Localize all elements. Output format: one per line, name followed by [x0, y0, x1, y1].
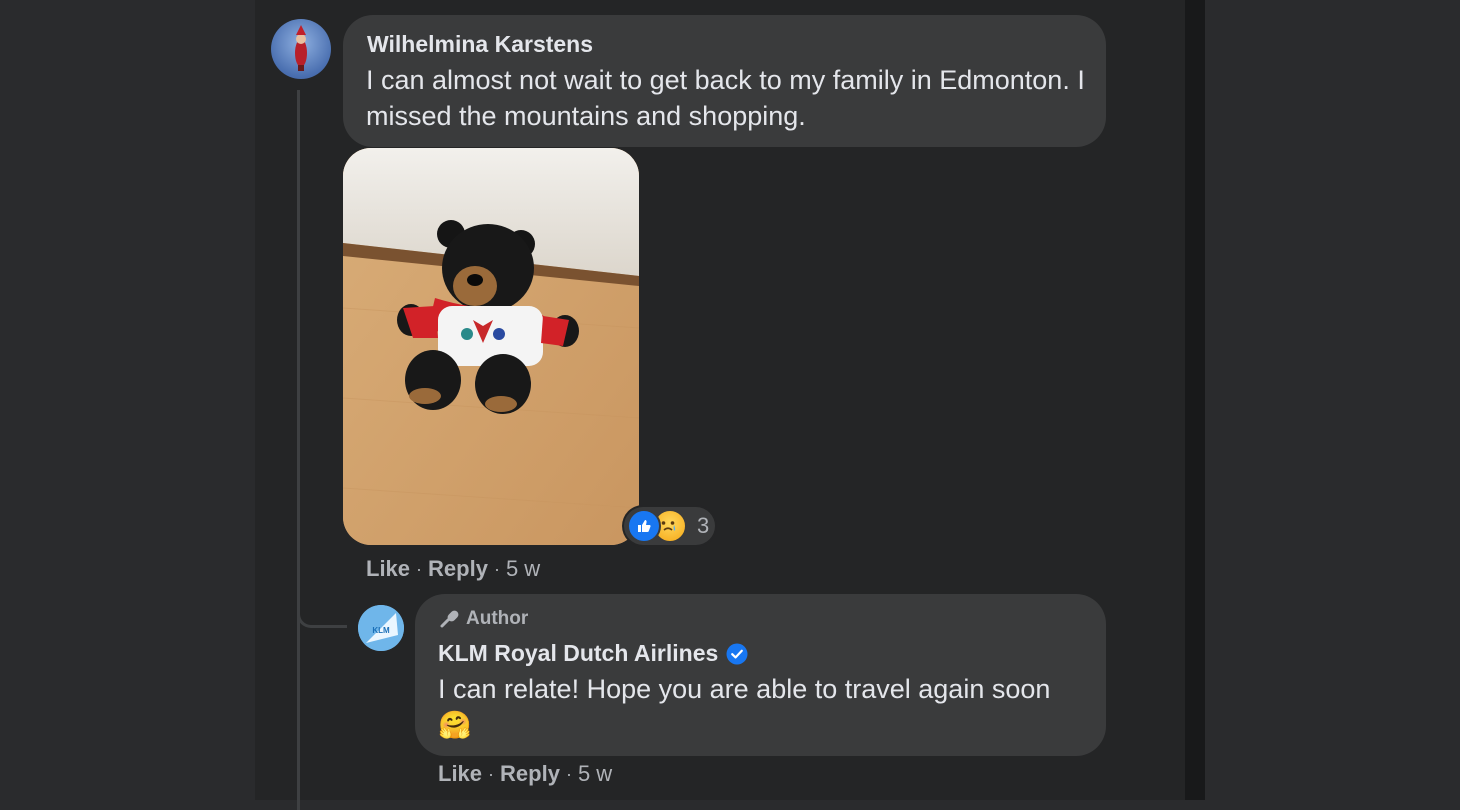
- left-gutter: [0, 0, 255, 800]
- comment-text: I can relate! Hope you are able to trave…: [438, 671, 1078, 743]
- separator: ·: [565, 763, 572, 784]
- separator: ·: [493, 558, 500, 579]
- separator: ·: [416, 558, 423, 579]
- comment-text-body: I can relate! Hope you are able to trave…: [438, 674, 1051, 704]
- microphone-icon: [440, 610, 459, 628]
- timestamp[interactable]: 5 w: [506, 556, 540, 582]
- user-avatar-icon: [295, 25, 307, 71]
- right-gutter: [1205, 0, 1460, 800]
- teddy-bear-icon: [343, 148, 639, 545]
- like-reaction-icon: [627, 509, 661, 543]
- svg-text:KLM: KLM: [372, 626, 390, 635]
- avatar[interactable]: KLM: [358, 605, 404, 651]
- author-badge-label: Author: [466, 608, 529, 629]
- reaction-count: 3: [697, 513, 710, 538]
- reaction-summary[interactable]: 3: [624, 507, 715, 545]
- timestamp[interactable]: 5 w: [578, 761, 612, 787]
- thread-line: [297, 90, 300, 810]
- klm-logo-icon: KLM: [358, 605, 404, 651]
- comment-author[interactable]: KLM Royal Dutch Airlines: [438, 640, 718, 667]
- avatar[interactable]: [271, 19, 331, 79]
- comment-author-row: KLM Royal Dutch Airlines: [438, 640, 748, 667]
- comment-author[interactable]: Wilhelmina Karstens: [367, 31, 593, 58]
- like-button[interactable]: Like: [366, 556, 410, 582]
- comment-actions: Like · Reply · 5 w: [366, 556, 540, 582]
- verified-badge-icon: [726, 643, 748, 665]
- comment-actions: Like · Reply · 5 w: [438, 761, 612, 787]
- comment-text: I can almost not wait to get back to my …: [366, 65, 1085, 131]
- reply-button[interactable]: Reply: [428, 556, 488, 582]
- hug-emoji-icon: 🤗: [438, 710, 472, 740]
- panel-edge: [1185, 0, 1205, 800]
- thread-branch: [297, 560, 347, 628]
- author-badge: Author: [438, 608, 528, 630]
- like-button[interactable]: Like: [438, 761, 482, 787]
- separator: ·: [488, 763, 495, 784]
- reply-button[interactable]: Reply: [500, 761, 560, 787]
- comment-photo[interactable]: [343, 148, 639, 545]
